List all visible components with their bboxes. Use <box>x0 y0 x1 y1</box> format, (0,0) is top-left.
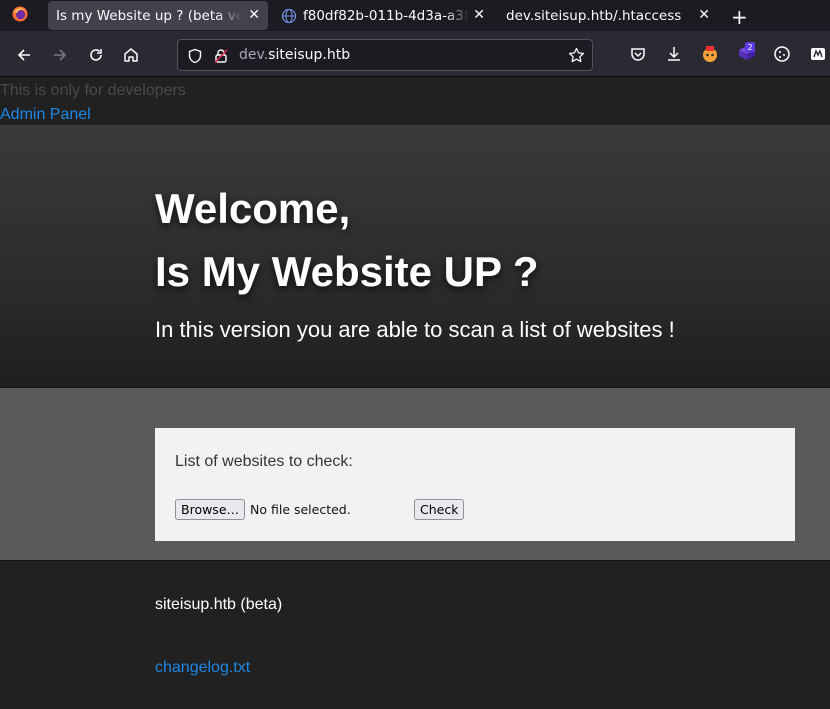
tab-uuid-page[interactable]: f80df82b-011b-4d3a-a38… ✕ <box>273 1 493 30</box>
pocket-icon[interactable] <box>629 45 647 63</box>
admin-panel-link[interactable]: Admin Panel <box>0 106 91 124</box>
page-footer: siteisup.htb (beta) changelog.txt <box>0 562 830 709</box>
forward-button[interactable] <box>51 46 69 64</box>
home-icon <box>124 48 138 62</box>
check-form-section: List of websites to check: Browse… No fi… <box>0 388 830 561</box>
foxyproxy-icon[interactable] <box>701 45 719 63</box>
extension-badge-count: 2 <box>747 43 752 52</box>
tab-htaccess[interactable]: dev.siteisup.htb/.htaccess ✕ <box>496 1 718 30</box>
close-tab-icon[interactable]: ✕ <box>473 7 485 23</box>
home-button[interactable] <box>122 46 140 64</box>
browse-file-button[interactable]: Browse… <box>175 499 246 520</box>
developer-note: This is only for developers <box>0 82 186 99</box>
bookmark-star-icon[interactable] <box>568 47 585 64</box>
check-button[interactable]: Check <box>414 499 465 520</box>
file-selection-status: No file selected. <box>250 502 351 517</box>
downloads-icon[interactable] <box>665 45 683 63</box>
hero-heading-title: Is My Website UP ? <box>155 248 539 295</box>
nav-toolbar: dev.siteisup.htb 2 <box>0 31 830 77</box>
cookie-editor-icon[interactable] <box>773 45 791 63</box>
url-host-prefix: dev. <box>239 47 269 63</box>
check-form: List of websites to check: Browse… No fi… <box>155 428 795 541</box>
tab-label: f80df82b-011b-4d3a-a38… <box>303 7 469 24</box>
hero-subtitle: In this version you are able to scan a l… <box>155 317 675 342</box>
back-button[interactable] <box>15 46 33 64</box>
firefox-logo-icon[interactable] <box>12 6 28 22</box>
forward-arrow-icon <box>54 49 67 61</box>
web-page: This is only for developers Admin Panel … <box>0 78 830 709</box>
address-bar[interactable]: dev.siteisup.htb <box>177 39 593 71</box>
hacktools-extension-icon[interactable]: 2 <box>737 42 757 64</box>
changelog-link[interactable]: changelog.txt <box>155 659 250 677</box>
url-text[interactable]: dev.siteisup.htb <box>239 47 350 63</box>
hero-banner: Welcome, Is My Website UP ? In this vers… <box>0 125 830 388</box>
close-tab-icon[interactable]: ✕ <box>248 7 260 23</box>
back-arrow-icon <box>17 49 30 61</box>
hero-heading-welcome: Welcome, <box>155 185 351 232</box>
websites-list-label: List of websites to check: <box>175 453 353 470</box>
tab-bar: Is my Website up ? (beta version) ✕ f80d… <box>0 0 830 31</box>
tracking-shield-icon[interactable] <box>187 48 203 64</box>
close-tab-icon[interactable]: ✕ <box>698 7 710 23</box>
insecure-lock-icon[interactable] <box>213 48 229 64</box>
new-tab-button[interactable]: + <box>731 5 748 29</box>
reload-icon <box>90 49 102 61</box>
tab-label: dev.siteisup.htb/.htaccess <box>506 7 682 24</box>
globe-icon <box>281 8 297 23</box>
tab-label: Is my Website up ? (beta version) <box>56 7 242 24</box>
footer-site-name: siteisup.htb (beta) <box>155 596 283 613</box>
url-host-main: siteisup.htb <box>268 47 351 63</box>
tab-is-my-website-up[interactable]: Is my Website up ? (beta version) ✕ <box>48 1 268 30</box>
reload-button[interactable] <box>87 46 105 64</box>
wappalyzer-icon[interactable] <box>809 45 827 63</box>
